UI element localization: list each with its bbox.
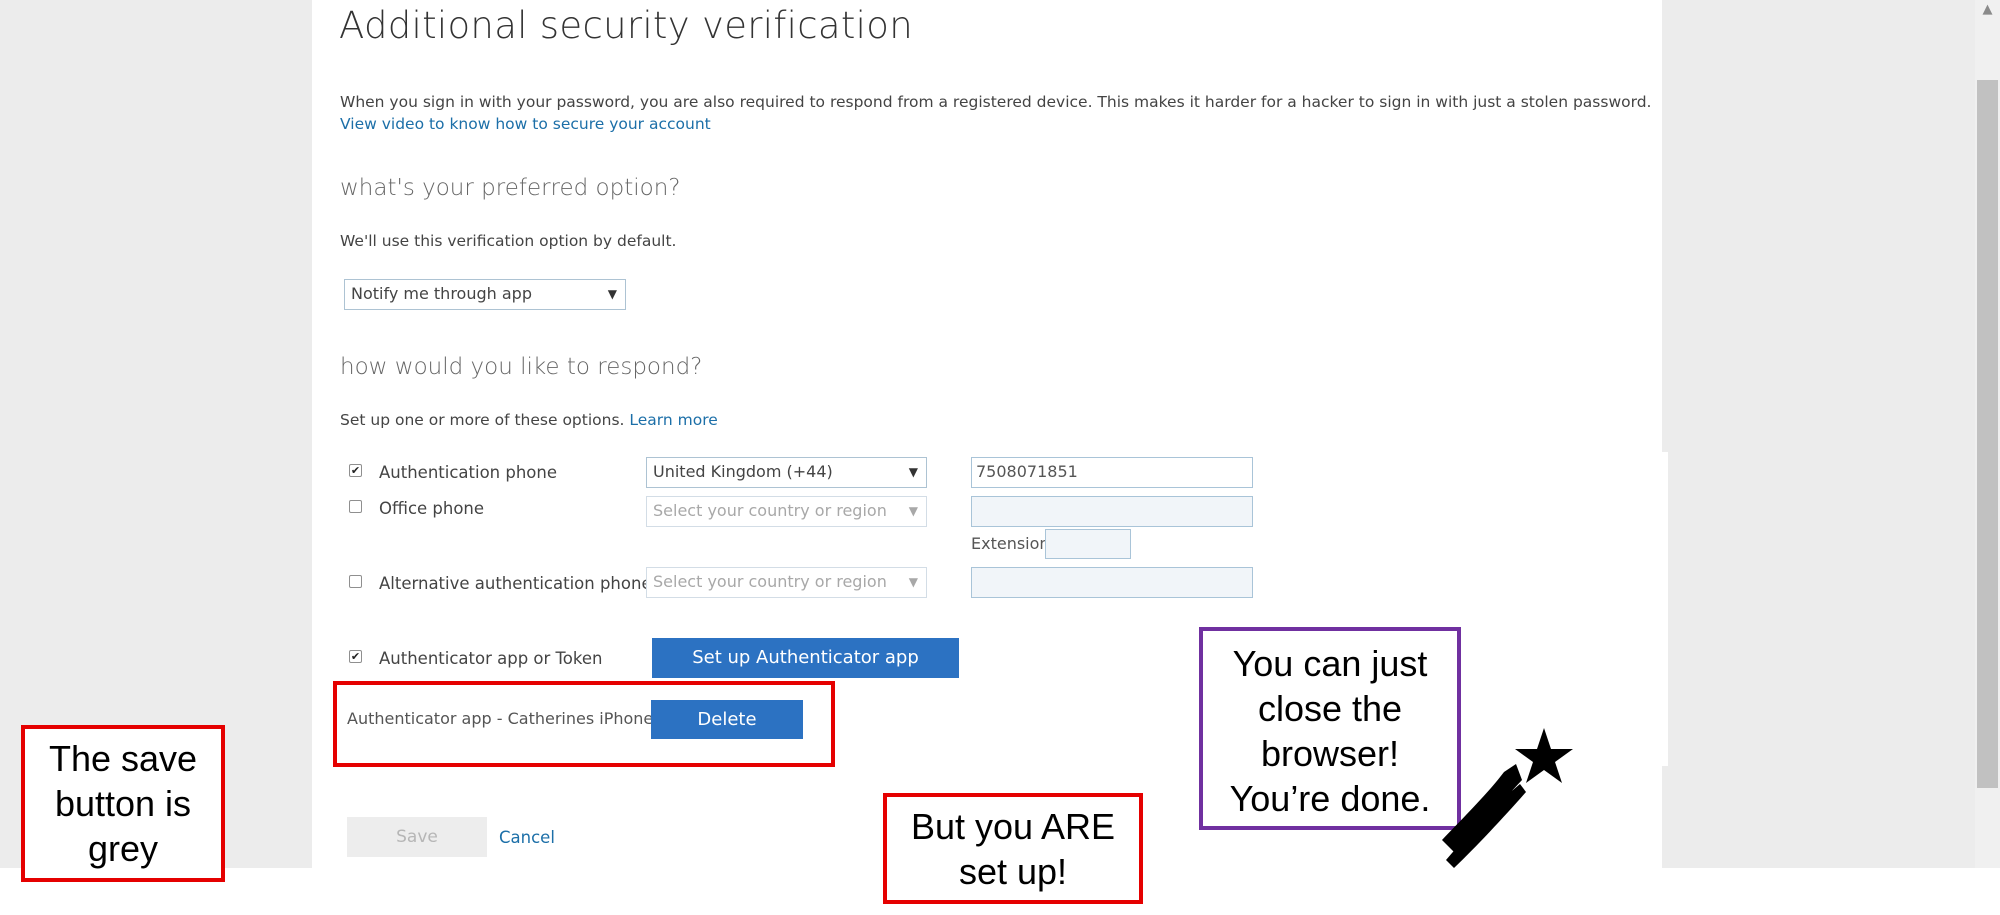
save-note-line: grey [87,828,159,869]
auth-phone-country-value: United Kingdom (+44) [653,462,833,481]
auth-phone-country-select[interactable]: United Kingdom (+44) ▼ [646,457,927,488]
alt-phone-checkbox[interactable] [349,575,362,588]
intro-text: When you sign in with your password, you… [340,93,1652,111]
vertical-scrollbar[interactable]: ▲ [1975,0,2000,868]
alt-phone-country-select[interactable]: Select your country or region ▼ [646,567,927,598]
preferred-option-value: Notify me through app [351,284,532,303]
respond-heading: how would you like to respond? [340,354,703,380]
setup-authenticator-button[interactable]: Set up Authenticator app [652,638,959,678]
extension-input[interactable] [1045,529,1131,559]
setup-note-line: set up! [958,851,1068,892]
setup-note-line: But you ARE [910,806,1116,847]
scroll-up-arrow-icon[interactable]: ▲ [1975,0,2000,20]
setup-note-box: But you ARE set up! [883,793,1143,904]
page-title: Additional security verification [339,4,913,47]
office-phone-label: Office phone [379,499,485,518]
respond-description-row: Set up one or more of these options. Lea… [340,411,718,429]
office-phone-number-input[interactable] [971,496,1253,527]
check-icon: ✔ [350,650,361,663]
chevron-down-icon: ▼ [908,465,918,479]
auth-phone-number-value: 7508071851 [976,462,1078,481]
cancel-link[interactable]: Cancel [499,828,555,847]
auth-phone-number-input[interactable]: 7508071851 [971,457,1253,488]
done-note-line: close the [1257,688,1403,729]
panel-extension [1662,452,1668,766]
scroll-thumb[interactable] [1977,80,1998,788]
save-note-line: The save [48,738,198,779]
alt-phone-number-input[interactable] [971,567,1253,598]
done-note-line: You’re done. [1229,778,1431,819]
respond-description: Set up one or more of these options. [340,411,625,429]
chevron-down-icon: ▼ [607,287,617,301]
preferred-option-heading: what's your preferred option? [340,175,681,201]
chevron-down-icon: ▼ [908,575,918,589]
done-note-line: You can just [1232,643,1428,684]
save-note-box: The save button is grey [21,725,225,882]
extension-label: Extension [971,534,1050,553]
auth-phone-label: Authentication phone [379,463,558,482]
alt-phone-label: Alternative authentication phone [379,574,652,593]
alt-phone-country-placeholder: Select your country or region [653,572,887,591]
learn-more-link[interactable]: Learn more [629,411,717,429]
authenticator-checkbox[interactable]: ✔ [349,650,362,663]
video-link[interactable]: View video to know how to secure your ac… [340,115,711,133]
office-phone-checkbox[interactable] [349,500,362,513]
done-note-box: You can just close the browser! You’re d… [1199,627,1461,830]
office-phone-country-select[interactable]: Select your country or region ▼ [646,496,927,527]
chevron-down-icon: ▼ [908,504,918,518]
save-note-line: button is [54,783,192,824]
preferred-option-select[interactable]: Notify me through app ▼ [344,279,626,310]
highlight-box-authenticator [333,681,835,767]
office-phone-country-placeholder: Select your country or region [653,501,887,520]
check-icon: ✔ [350,464,361,477]
auth-phone-checkbox[interactable]: ✔ [349,464,362,477]
done-note-line: browser! [1260,733,1400,774]
authenticator-label: Authenticator app or Token [379,649,603,668]
preferred-option-description: We'll use this verification option by de… [340,232,677,250]
shooting-star-icon [1442,728,1573,868]
save-button[interactable]: Save [347,817,487,857]
